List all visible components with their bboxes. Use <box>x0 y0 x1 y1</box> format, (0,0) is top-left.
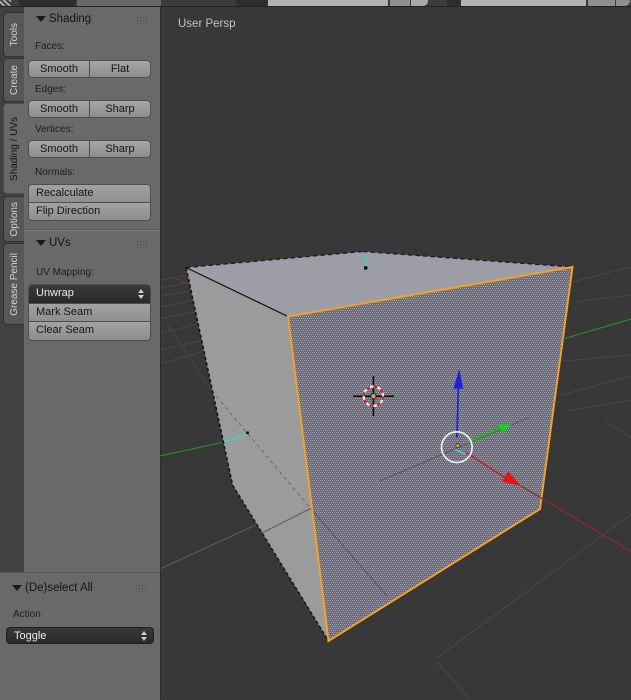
svg-text:User Persp: User Persp <box>178 18 236 30</box>
